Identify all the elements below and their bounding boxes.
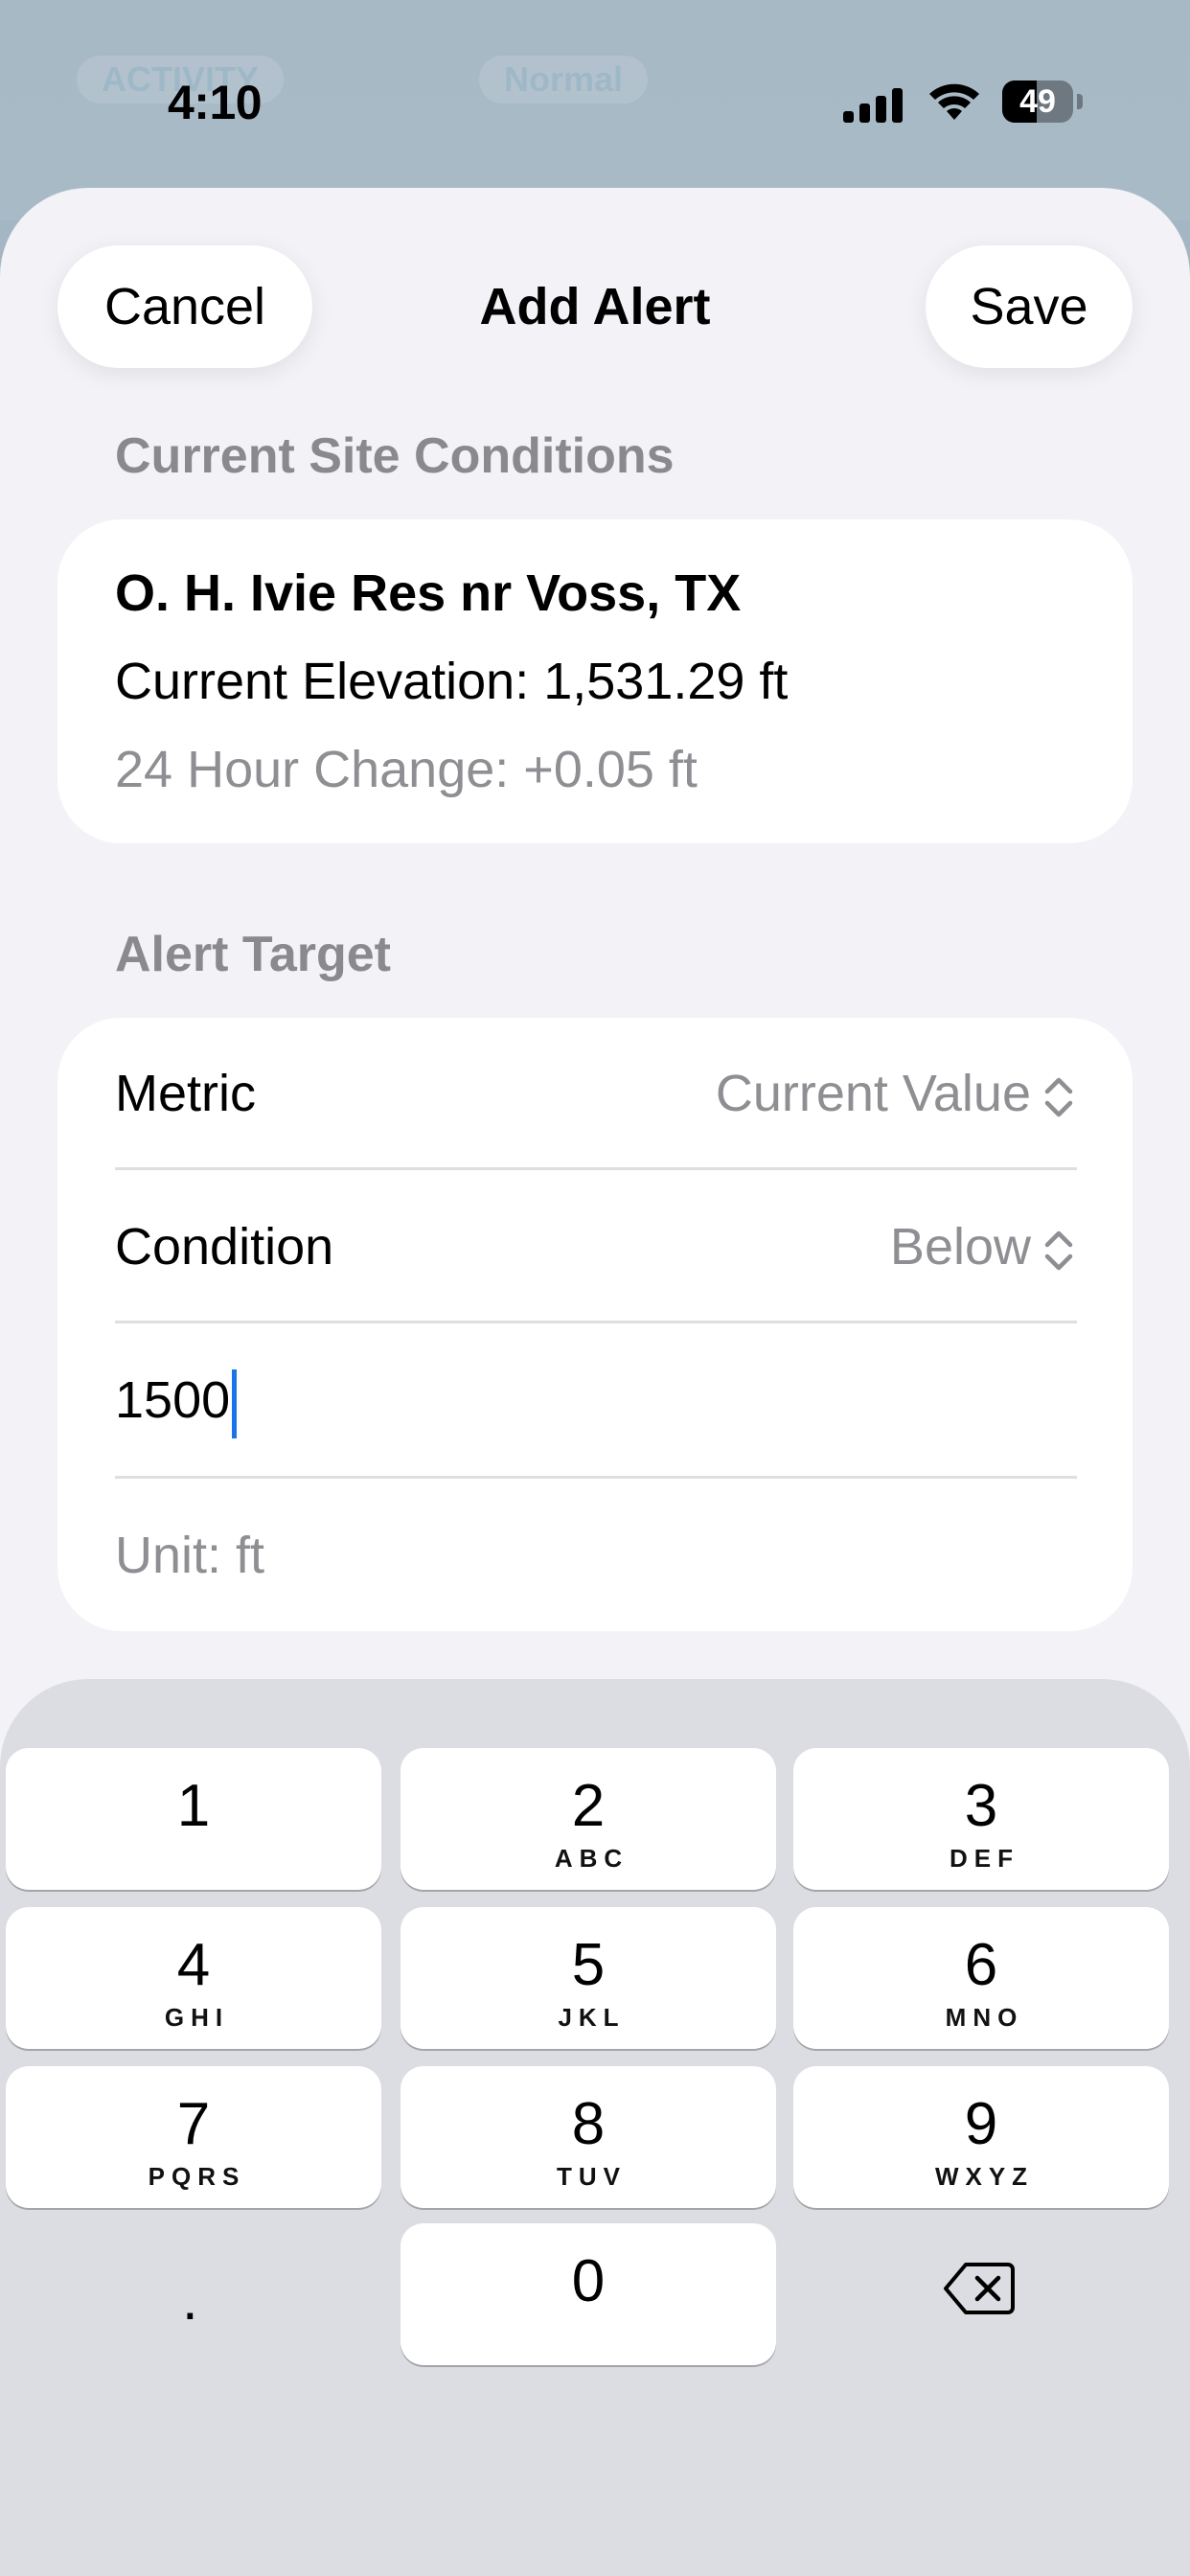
wifi-icon <box>926 80 983 127</box>
condition-label: Condition <box>115 1218 334 1276</box>
key-5[interactable]: 5 JKL <box>400 1907 776 2049</box>
unit-label: Unit: ft <box>115 1527 265 1584</box>
metric-picker[interactable]: Current Value <box>716 1060 1075 1127</box>
key-2[interactable]: 2 ABC <box>400 1748 776 1890</box>
key-decimal[interactable]: . <box>182 2271 198 2329</box>
cellular-signal-icon <box>843 88 906 123</box>
delete-key[interactable] <box>943 2260 1016 2322</box>
divider <box>115 1167 1077 1170</box>
threshold-input[interactable]: 1500 <box>115 1367 238 1438</box>
metric-value: Current Value <box>715 1065 1031 1122</box>
status-time: 4:10 <box>168 76 263 129</box>
chevron-updown-icon <box>1044 1230 1073 1270</box>
condition-picker[interactable]: Below <box>890 1213 1075 1280</box>
divider <box>115 1321 1077 1323</box>
condition-value: Below <box>889 1218 1031 1276</box>
backspace-icon <box>944 2263 1015 2314</box>
divider <box>115 1476 1077 1479</box>
chevron-updown-icon <box>1044 1077 1073 1116</box>
day-change: 24 Hour Change: +0.05 ft <box>115 741 698 798</box>
key-6[interactable]: 6 MNO <box>793 1907 1169 2049</box>
key-3[interactable]: 3 DEF <box>793 1748 1169 1890</box>
key-8[interactable]: 8 TUV <box>400 2066 776 2208</box>
status-bar: 4:10 49 <box>0 0 1190 192</box>
key-9[interactable]: 9 WXYZ <box>793 2066 1169 2208</box>
metric-label: Metric <box>115 1065 256 1122</box>
key-4[interactable]: 4 GHI <box>6 1907 381 2049</box>
current-elevation: Current Elevation: 1,531.29 ft <box>115 653 789 710</box>
key-0[interactable]: 0 <box>400 2223 776 2365</box>
key-7[interactable]: 7 PQRS <box>6 2066 381 2208</box>
key-1[interactable]: 1 <box>6 1748 381 1890</box>
battery-icon: 49 <box>1002 80 1085 123</box>
site-name: O. H. Ivie Res nr Voss, TX <box>115 564 742 622</box>
text-cursor <box>232 1368 238 1438</box>
save-button[interactable]: Save <box>926 245 1133 368</box>
section-header-alert: Alert Target <box>115 927 391 982</box>
section-header-site: Current Site Conditions <box>115 428 675 484</box>
threshold-value: 1500 <box>115 1371 231 1429</box>
battery-level: 49 <box>1019 83 1056 120</box>
